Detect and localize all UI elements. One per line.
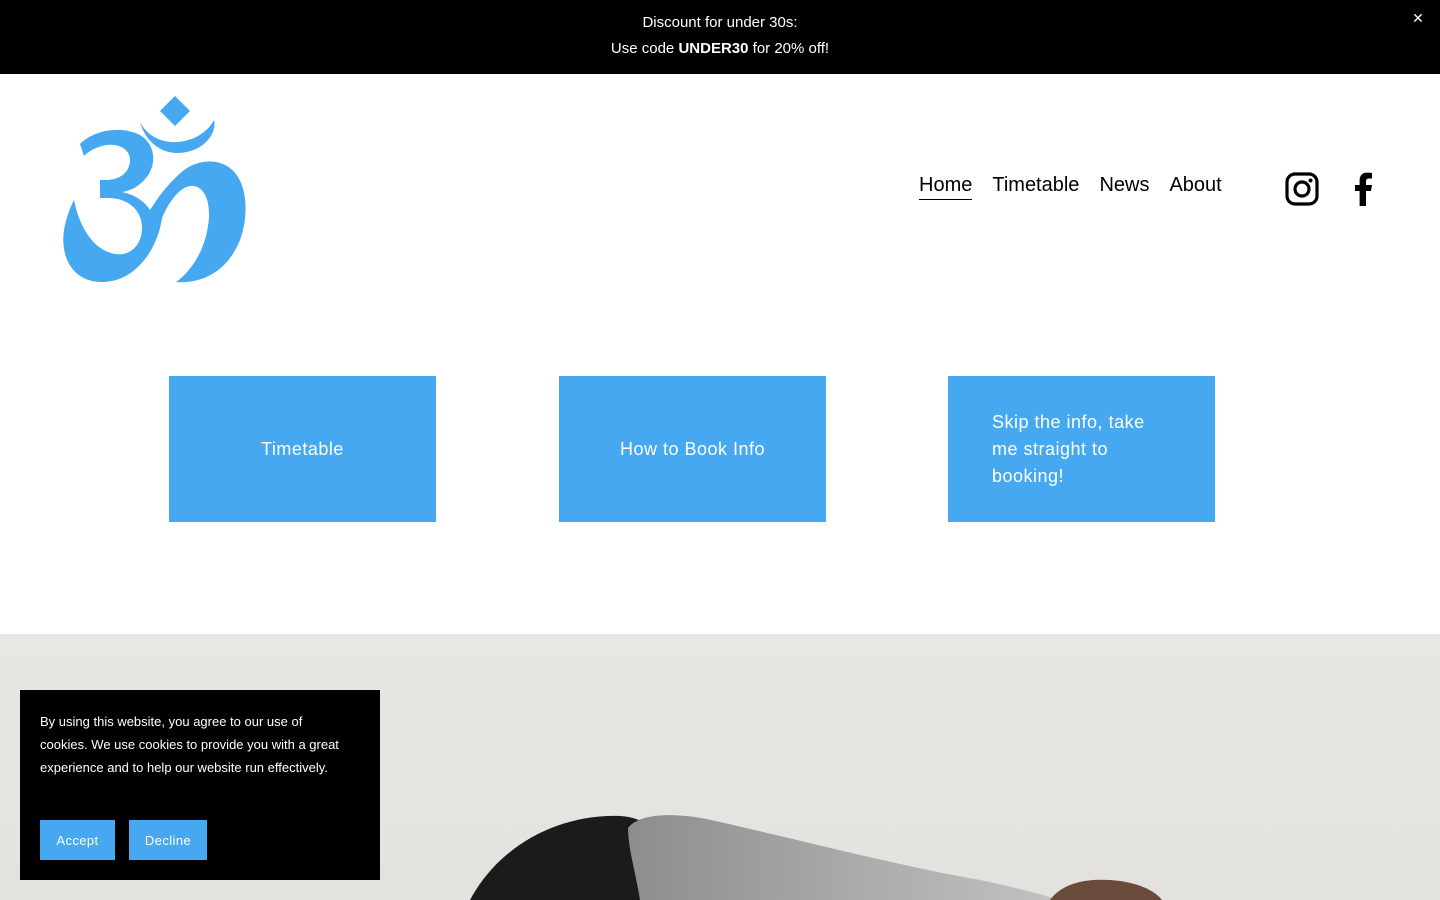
announcement-prefix: Use code (610, 40, 679, 57)
book-now-button[interactable]: Skip the info, take me straight to booki… (948, 376, 1215, 522)
announcement-line2: Use code UNDER30 for 20% off! (0, 40, 1440, 57)
timetable-button[interactable]: Timetable (169, 376, 436, 522)
how-to-book-button[interactable]: How to Book Info (559, 376, 826, 522)
nav-news[interactable]: News (1099, 174, 1149, 200)
announcement-bar: Discount for under 30s: Use code UNDER30… (0, 0, 1440, 74)
announcement-line1: Discount for under 30s: (642, 14, 798, 31)
facebook-icon[interactable] (1347, 172, 1381, 206)
announcement-suffix: for 20% off! (748, 40, 830, 57)
nav-home[interactable]: Home (919, 174, 973, 200)
instagram-icon[interactable] (1285, 172, 1319, 206)
nav-about[interactable]: About (1169, 174, 1221, 200)
main-nav: Home Timetable News About (919, 174, 1222, 200)
decline-button[interactable]: Decline (129, 820, 207, 860)
accept-button[interactable]: Accept (40, 820, 115, 860)
nav-timetable[interactable]: Timetable (992, 174, 1079, 200)
discount-code: UNDER30 (678, 40, 749, 57)
close-icon[interactable]: ✕ (1410, 10, 1426, 26)
cookie-banner: By using this website, you agree to our … (20, 690, 380, 880)
om-symbol-logo[interactable] (58, 94, 246, 284)
cookie-message: By using this website, you agree to our … (40, 714, 339, 775)
